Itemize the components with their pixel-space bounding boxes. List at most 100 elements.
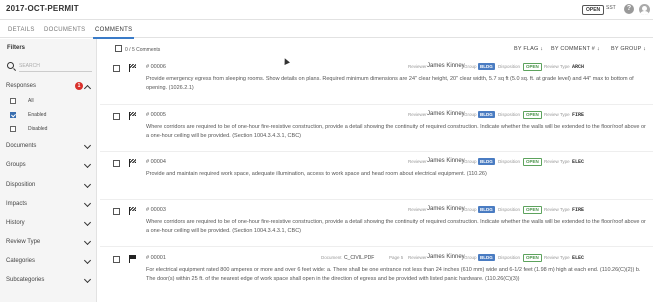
- reviewer-label: Reviewer: [408, 64, 427, 69]
- comment-text: Where corridors are required to be of on…: [146, 124, 646, 139]
- filter-section-responses[interactable]: Responses 1: [0, 80, 97, 94]
- filter-section-impacts[interactable]: Impacts: [0, 198, 97, 212]
- comment-checkbox[interactable]: [113, 256, 120, 263]
- checkbox[interactable]: [10, 98, 16, 104]
- comment-number[interactable]: # 00004: [146, 159, 166, 165]
- sort-by-group-button[interactable]: BY GROUP ↓: [611, 46, 646, 52]
- help-icon[interactable]: ?: [624, 4, 634, 14]
- group-tag: BLDG: [478, 254, 495, 261]
- reviewer-name: James Kinney: [427, 63, 465, 69]
- option-label: Enabled: [28, 112, 47, 118]
- flag-icon[interactable]: [129, 64, 136, 72]
- tab-documents[interactable]: DOCUMENTS: [44, 27, 85, 33]
- section-label: Subcategories: [6, 277, 45, 283]
- reviewer-label: Reviewer: [408, 207, 427, 212]
- sort-label: BY COMMENT #: [551, 46, 596, 52]
- comment-number[interactable]: # 00005: [146, 112, 166, 118]
- checkbox-checked[interactable]: [10, 112, 16, 118]
- filter-section-history[interactable]: History: [0, 217, 97, 231]
- select-all-checkbox[interactable]: [115, 45, 122, 52]
- disposition-tag: OPEN: [523, 158, 542, 166]
- response-option-disabled[interactable]: Disabled: [10, 125, 90, 135]
- reviewer-name: James Kinney: [427, 206, 465, 212]
- tab-comments[interactable]: COMMENTS: [92, 27, 135, 39]
- tab-bar: DETAILS DOCUMENTS COMMENTS: [0, 22, 653, 39]
- review-type-label: Review Type: [544, 207, 570, 212]
- avatar[interactable]: [639, 4, 650, 15]
- search-icon: [7, 62, 14, 69]
- disposition-label: Disposition: [498, 112, 521, 117]
- row-divider: [100, 199, 653, 200]
- chevron-down-icon: [83, 256, 92, 265]
- response-option-enabled[interactable]: Enabled: [10, 111, 90, 121]
- flag-icon[interactable]: [129, 255, 136, 263]
- group-tag: BLDG: [478, 158, 495, 165]
- comment-text: Provide emergency egress from sleeping r…: [146, 76, 634, 91]
- group-label: Group: [464, 255, 477, 260]
- disposition-label: Disposition: [498, 64, 521, 69]
- sort-by-flag-button[interactable]: BY FLAG ↓: [514, 46, 543, 52]
- status-badge: OPEN: [582, 5, 605, 15]
- section-label: Review Type: [6, 239, 41, 245]
- reviewer-label: Reviewer: [408, 112, 427, 117]
- comment-text: Where corridors are required to be of on…: [146, 219, 646, 234]
- filter-section-review-type[interactable]: Review Type: [0, 236, 97, 250]
- comment-checkbox[interactable]: [113, 160, 120, 167]
- page-title: 2017-OCT-PERMIT: [6, 4, 79, 13]
- comment-number[interactable]: # 00003: [146, 207, 166, 213]
- user-initials[interactable]: SST: [606, 5, 616, 11]
- comment-checkbox[interactable]: [113, 113, 120, 120]
- review-type-value: ELEC: [572, 255, 585, 261]
- flag-icon[interactable]: [129, 207, 136, 215]
- page-label: Page 5: [389, 255, 404, 260]
- sort-label: BY FLAG: [514, 46, 539, 52]
- disposition-tag: OPEN: [523, 254, 542, 262]
- review-type-label: Review Type: [544, 112, 570, 117]
- group-label: Group: [464, 159, 477, 164]
- disposition-label: Disposition: [498, 159, 521, 164]
- group-label: Group: [464, 64, 477, 69]
- filter-section-subcategories[interactable]: Subcategories: [0, 274, 97, 288]
- search-input[interactable]: [19, 60, 92, 72]
- sort-label: BY GROUP: [611, 46, 642, 52]
- tab-details[interactable]: DETAILS: [8, 27, 35, 33]
- search-box: [5, 60, 92, 72]
- filter-section-categories[interactable]: Categories: [0, 255, 97, 269]
- comment-checkbox[interactable]: [113, 65, 120, 72]
- comment-count: 0 / 5 Comments: [125, 47, 161, 53]
- group-tag: BLDG: [478, 63, 495, 70]
- mouse-cursor-icon: [282, 57, 290, 65]
- option-label: All: [28, 98, 34, 104]
- chevron-down-icon: [83, 160, 92, 169]
- filter-section-groups[interactable]: Groups: [0, 159, 97, 173]
- section-label: Impacts: [6, 201, 28, 207]
- checkbox[interactable]: [10, 126, 16, 132]
- document-name[interactable]: C_CIVIL.PDF: [344, 255, 374, 261]
- comment-number[interactable]: # 00006: [146, 64, 166, 70]
- option-label: Disabled: [28, 126, 48, 132]
- filter-section-documents[interactable]: Documents: [0, 140, 97, 154]
- section-label: Groups: [6, 162, 26, 168]
- chevron-down-icon: [83, 141, 92, 150]
- sort-by-comment-button[interactable]: BY COMMENT # ↓: [551, 46, 600, 52]
- section-label: History: [6, 220, 25, 226]
- filter-section-disposition[interactable]: Disposition: [0, 179, 97, 193]
- flag-icon[interactable]: [129, 112, 136, 120]
- review-type-label: Review Type: [544, 159, 570, 164]
- review-type-label: Review Type: [544, 255, 570, 260]
- disposition-tag: OPEN: [523, 63, 542, 71]
- chevron-up-icon: [83, 84, 92, 93]
- response-option-all[interactable]: All: [10, 97, 90, 107]
- section-label: Categories: [6, 258, 36, 264]
- group-label: Group: [464, 112, 477, 117]
- flag-icon[interactable]: [129, 159, 136, 167]
- comment-checkbox[interactable]: [113, 208, 120, 215]
- reviewer-label: Reviewer: [408, 159, 427, 164]
- document-label: Document: [321, 255, 342, 260]
- chevron-down-icon: [83, 180, 92, 189]
- group-label: Group: [464, 207, 477, 212]
- filters-sidebar: Filters Responses 1 All Enabled Disabled…: [0, 39, 97, 302]
- group-tag: BLDG: [478, 111, 495, 118]
- arrow-down-icon: ↓: [540, 46, 544, 52]
- comment-number[interactable]: # 00001: [146, 255, 166, 261]
